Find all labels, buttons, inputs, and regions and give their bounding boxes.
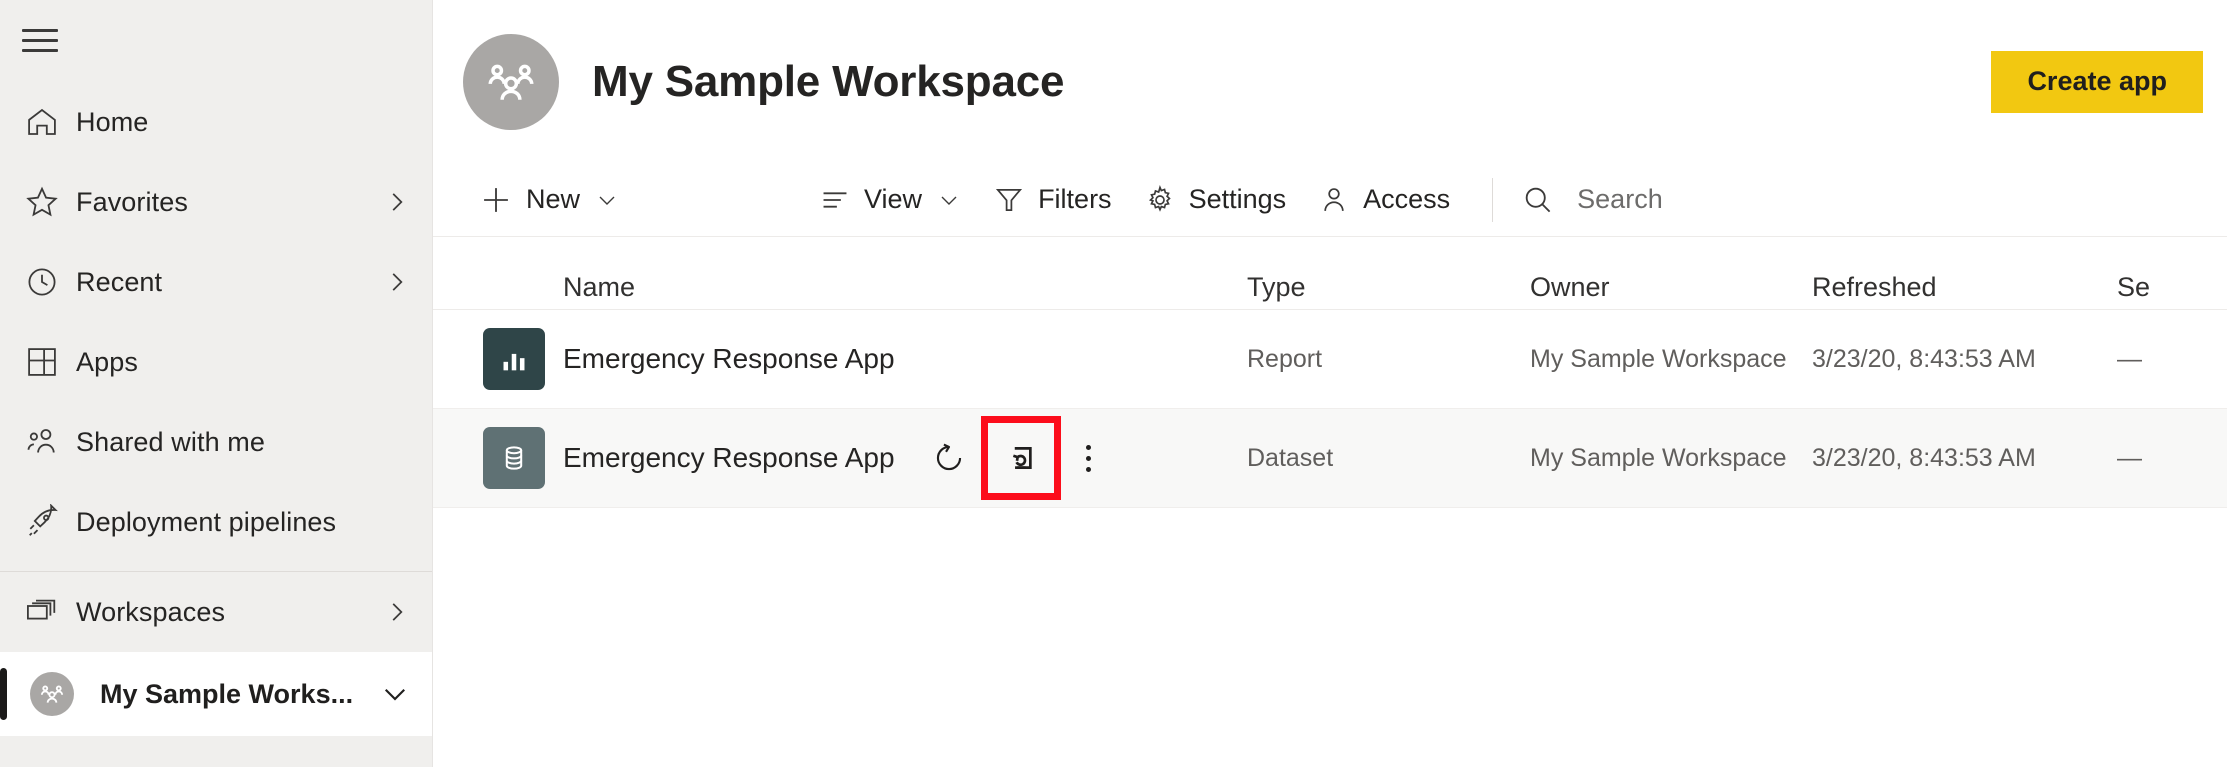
workspaces-stack-icon: [24, 594, 76, 630]
row-action-buttons: [923, 416, 1115, 500]
power-bi-workspace-page: Home Favorites Recent Apps Shared with m…: [0, 0, 2227, 767]
sidebar-empty-space: [0, 736, 432, 767]
refresh-now-icon[interactable]: [923, 432, 975, 484]
new-button-label: New: [526, 184, 581, 214]
left-navigation-sidebar: Home Favorites Recent Apps Shared with m…: [0, 0, 433, 767]
table-row-divider: [433, 507, 2227, 508]
workspace-content-table: Name Type Owner Refreshed Se Emergency R…: [433, 237, 2227, 508]
column-header-name[interactable]: Name: [563, 272, 635, 303]
sidebar-item-apps[interactable]: Apps: [0, 322, 432, 402]
view-button-label: View: [864, 184, 923, 214]
vertical-ellipsis: [1086, 444, 1092, 472]
item-owner: My Sample Workspace: [1530, 443, 1787, 472]
workspace-group-avatar: [30, 672, 74, 716]
schedule-refresh-icon[interactable]: [980, 416, 1061, 500]
more-options-icon[interactable]: [1063, 432, 1115, 484]
star-icon: [24, 184, 76, 220]
new-button[interactable]: New: [463, 172, 635, 228]
hamburger-icon: [22, 28, 58, 52]
table-row[interactable]: Emergency Response App Report My Sample …: [433, 310, 2227, 408]
table-header-row: Name Type Owner Refreshed Se: [433, 237, 2227, 309]
workspace-header: My Sample Workspace Create app: [433, 0, 2227, 163]
filters-button-label: Filters: [1038, 184, 1112, 214]
sidebar-item-shared-with-me[interactable]: Shared with me: [0, 402, 432, 482]
sidebar-item-label: Apps: [76, 346, 138, 377]
chevron-right-icon: [384, 189, 410, 215]
item-name-link[interactable]: Emergency Response App: [563, 442, 895, 474]
sidebar-item-deployment-pipelines[interactable]: Deployment pipelines: [0, 482, 432, 562]
column-header-type[interactable]: Type: [1247, 272, 1306, 302]
item-owner: My Sample Workspace: [1530, 344, 1787, 373]
chevron-down-icon[interactable]: [380, 679, 410, 709]
sidebar-item-label: Workspaces: [76, 596, 226, 627]
funnel-icon: [993, 184, 1025, 216]
item-sensitivity: —: [2117, 443, 2142, 472]
page-title: My Sample Workspace: [592, 56, 1065, 106]
people-icon: [24, 424, 76, 460]
clock-icon: [24, 264, 76, 300]
column-header-refreshed[interactable]: Refreshed: [1812, 272, 1937, 302]
access-button[interactable]: Access: [1302, 172, 1466, 228]
filters-button[interactable]: Filters: [977, 172, 1128, 228]
gear-icon: [1144, 184, 1176, 216]
settings-button[interactable]: Settings: [1128, 172, 1303, 228]
item-type: Report: [1247, 344, 1323, 373]
item-sensitivity: —: [2117, 344, 2142, 373]
chevron-right-icon: [384, 599, 410, 625]
chevron-down-icon: [595, 188, 619, 212]
sidebar-item-label: Recent: [76, 266, 163, 297]
chevron-down-icon: [937, 188, 961, 212]
workspace-content-area: My Sample Workspace Create app New View …: [433, 0, 2227, 767]
table-row[interactable]: Emergency Response App Dataset My Sample…: [433, 409, 2227, 507]
nav-collapse-button[interactable]: [0, 0, 432, 80]
sidebar-item-favorites[interactable]: Favorites: [0, 162, 432, 242]
chevron-right-icon: [384, 269, 410, 295]
sidebar-item-my-sample-workspace[interactable]: My Sample Works...: [0, 652, 432, 736]
home-icon: [24, 104, 76, 140]
plus-icon: [479, 183, 513, 217]
item-refreshed: 3/23/20, 8:43:53 AM: [1812, 443, 2036, 472]
search-icon: [1521, 183, 1555, 217]
workspace-toolbar: New View Filters Settings Access Search: [433, 163, 2227, 236]
sidebar-item-home[interactable]: Home: [0, 82, 432, 162]
search-input-placeholder: Search: [1577, 184, 1663, 214]
dataset-database-icon: [483, 427, 545, 489]
list-view-icon: [819, 184, 851, 216]
toolbar-divider: [1492, 177, 1494, 222]
item-type: Dataset: [1247, 443, 1334, 472]
column-header-owner[interactable]: Owner: [1530, 272, 1610, 302]
report-bar-chart-icon: [483, 328, 545, 390]
sidebar-item-recent[interactable]: Recent: [0, 242, 432, 322]
sidebar-item-label: Shared with me: [76, 426, 265, 457]
apps-grid-icon: [24, 344, 76, 380]
item-refreshed: 3/23/20, 8:43:53 AM: [1812, 344, 2036, 373]
create-app-button[interactable]: Create app: [1991, 50, 2203, 113]
view-button[interactable]: View: [803, 172, 977, 228]
sidebar-item-label: Favorites: [76, 186, 188, 217]
settings-button-label: Settings: [1188, 184, 1287, 214]
sidebar-item-label: My Sample Works...: [100, 678, 354, 709]
access-button-label: Access: [1363, 184, 1451, 214]
column-header-sensitivity[interactable]: Se: [2117, 272, 2150, 302]
workspace-group-avatar: [463, 33, 559, 130]
sidebar-item-list: Home Favorites Recent Apps Shared with m…: [0, 80, 432, 736]
sidebar-item-label: Home: [76, 106, 149, 137]
sidebar-item-label: Deployment pipelines: [76, 506, 337, 537]
sidebar-item-workspaces[interactable]: Workspaces: [0, 572, 432, 652]
person-icon: [1318, 184, 1350, 216]
search-field[interactable]: Search: [1517, 183, 1663, 217]
rocket-icon: [24, 504, 76, 540]
item-name-link[interactable]: Emergency Response App: [563, 343, 895, 375]
